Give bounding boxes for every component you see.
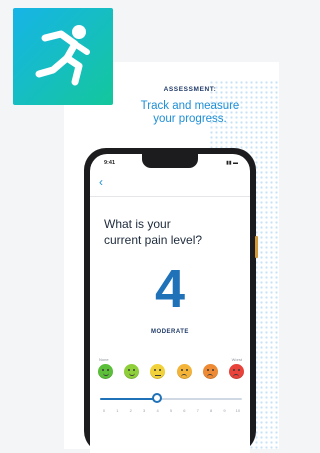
page-title: Track and measure your progress.	[100, 100, 280, 126]
pain-slider[interactable]	[100, 393, 242, 403]
face-mouth	[233, 374, 240, 377]
slider-tick-label: 5	[169, 408, 173, 413]
phone-mockup: 9:41 ▮▮ ▬ ‹ What is your current pain le…	[84, 148, 258, 453]
question-line-1: What is your	[104, 217, 171, 231]
face-mouth	[154, 373, 161, 376]
slider-fill	[100, 398, 157, 400]
face-neutral-icon[interactable]	[150, 364, 166, 379]
slider-ticks: 0 1 2 3 4 5 6 7 8 9 10	[100, 408, 242, 413]
slider-tick-label: 4	[156, 408, 159, 413]
back-chevron-icon[interactable]: ‹	[99, 176, 103, 188]
slider-tick-label: 3	[143, 408, 146, 413]
face-mouth	[128, 373, 135, 376]
pain-faces-row	[98, 364, 244, 379]
face-sad-icon[interactable]	[202, 364, 218, 379]
running-person-icon	[35, 25, 90, 86]
face-mouth	[181, 374, 188, 377]
slider-tick-label: 9	[223, 408, 226, 413]
scale-max-label: Worst	[231, 357, 242, 362]
face-mouth	[207, 374, 214, 377]
status-time: 9:41	[104, 160, 116, 166]
scale-min-label: None	[99, 357, 109, 362]
face-very-sad-icon[interactable]	[228, 364, 244, 379]
slider-tick-label: 7	[196, 408, 199, 413]
question-line-2: current pain level?	[104, 233, 203, 247]
app-logo	[13, 8, 113, 105]
slider-tick-label: 8	[210, 408, 213, 413]
phone-side-button	[255, 236, 258, 258]
slider-thumb[interactable]	[151, 393, 162, 403]
face-mouth	[102, 373, 109, 376]
slider-tick-label: 6	[183, 408, 186, 413]
slider-tick-label: 0	[102, 408, 106, 413]
slider-tick-label: 1	[116, 408, 119, 413]
title-line-2: your progress.	[153, 113, 227, 125]
pain-level-label: MODERATE	[151, 329, 189, 335]
face-happy-icon[interactable]	[124, 364, 140, 379]
slider-tick-label: 10	[235, 408, 241, 413]
pain-question: What is your current pain level?	[104, 216, 244, 248]
title-line-1: Track and measure	[140, 100, 240, 112]
face-uneasy-icon[interactable]	[176, 364, 192, 379]
phone-notch	[142, 154, 198, 168]
slider-tick-label: 2	[129, 408, 132, 413]
status-icons: ▮▮ ▬	[226, 160, 238, 166]
section-kicker: ASSESSMENT:	[163, 86, 217, 93]
face-very-happy-icon[interactable]	[98, 364, 113, 379]
pain-level-value: 4	[154, 259, 186, 319]
header-divider	[90, 196, 250, 197]
phone-screen: 9:41 ▮▮ ▬ ‹ What is your current pain le…	[90, 154, 250, 453]
